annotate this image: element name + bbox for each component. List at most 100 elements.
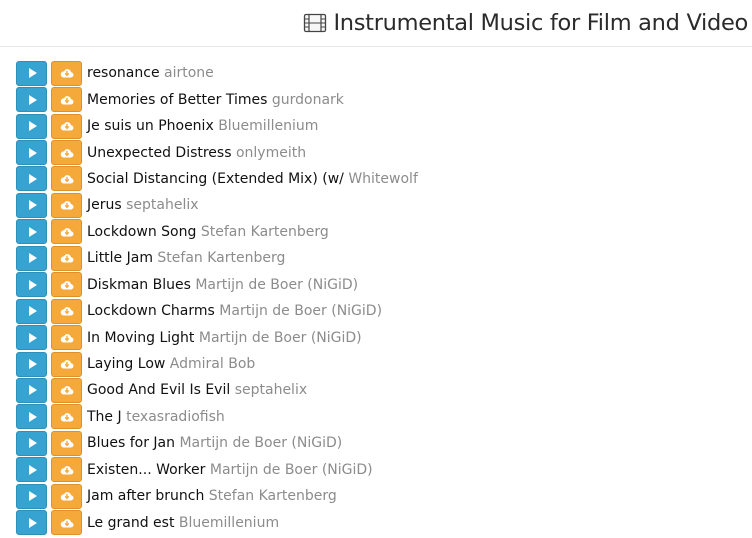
track-name[interactable]: Little Jam <box>87 250 153 266</box>
track-name[interactable]: The J <box>87 409 122 425</box>
cloud-download-icon <box>60 173 74 185</box>
track-name[interactable]: Unexpected Distress <box>87 145 232 161</box>
track-text: Lockdown Song Stefan Kartenberg <box>87 223 329 241</box>
track-name[interactable]: Lockdown Song <box>87 224 196 240</box>
play-button[interactable] <box>16 219 47 245</box>
download-button[interactable] <box>51 87 82 113</box>
download-button[interactable] <box>51 377 82 403</box>
track-artist[interactable]: Bluemillenium <box>179 515 279 531</box>
track-name[interactable]: Memories of Better Times <box>87 92 267 108</box>
track-artist[interactable]: septahelix <box>235 382 307 398</box>
cloud-download-icon <box>60 94 74 106</box>
track-name[interactable]: Le grand est <box>87 515 174 531</box>
download-button[interactable] <box>51 298 82 324</box>
track-row: Le grand est Bluemillenium <box>16 509 736 536</box>
download-button[interactable] <box>51 351 82 377</box>
track-artist[interactable]: Martijn de Boer (NiGiD) <box>219 303 382 319</box>
play-button[interactable] <box>16 245 47 271</box>
cloud-download-icon <box>60 305 74 317</box>
track-text: Social Distancing (Extended Mix) (w/ Whi… <box>87 170 418 188</box>
track-artist[interactable]: Whitewolf <box>348 171 418 187</box>
play-button[interactable] <box>16 325 47 351</box>
play-icon <box>28 411 37 422</box>
track-name[interactable]: Je suis un Phoenix <box>87 118 214 134</box>
play-button[interactable] <box>16 192 47 218</box>
track-artist[interactable]: airtone <box>164 65 214 81</box>
cloud-download-icon <box>60 464 74 476</box>
track-name[interactable]: resonance <box>87 65 160 81</box>
track-artist[interactable]: septahelix <box>126 197 198 213</box>
play-button[interactable] <box>16 377 47 403</box>
track-name[interactable]: Jam after brunch <box>87 488 204 504</box>
play-icon <box>28 438 37 449</box>
download-button[interactable] <box>51 404 82 430</box>
play-button[interactable] <box>16 457 47 483</box>
track-artist[interactable]: gurdonark <box>272 92 344 108</box>
download-button[interactable] <box>51 140 82 166</box>
track-artist[interactable]: Bluemillenium <box>218 118 318 134</box>
cloud-download-icon <box>60 67 74 79</box>
play-icon <box>28 491 37 502</box>
track-artist[interactable]: Stefan Kartenberg <box>209 488 337 504</box>
play-button[interactable] <box>16 272 47 298</box>
track-artist[interactable]: Martijn de Boer (NiGiD) <box>210 462 373 478</box>
cloud-download-icon <box>60 252 74 264</box>
track-artist[interactable]: Admiral Bob <box>170 356 255 372</box>
track-row: Laying Low Admiral Bob <box>16 351 736 377</box>
track-row: Jerus septahelix <box>16 192 736 218</box>
play-button[interactable] <box>16 113 47 139</box>
play-icon <box>28 200 37 211</box>
track-name[interactable]: Lockdown Charms <box>87 303 215 319</box>
cloud-download-icon <box>60 517 74 529</box>
play-icon <box>28 147 37 158</box>
play-button[interactable] <box>16 298 47 324</box>
play-icon <box>28 94 37 105</box>
track-name[interactable]: Laying Low <box>87 356 165 372</box>
download-button[interactable] <box>51 60 82 86</box>
play-button[interactable] <box>16 351 47 377</box>
track-name[interactable]: Good And Evil Is Evil <box>87 382 230 398</box>
play-icon <box>28 385 37 396</box>
download-button[interactable] <box>51 245 82 271</box>
download-button[interactable] <box>51 430 82 456</box>
track-row: Jam after brunch Stefan Kartenberg <box>16 483 736 509</box>
download-button[interactable] <box>51 483 82 509</box>
download-button[interactable] <box>51 113 82 139</box>
track-name[interactable]: Jerus <box>87 197 122 213</box>
cloud-download-icon <box>60 120 74 132</box>
download-button[interactable] <box>51 510 82 536</box>
track-artist[interactable]: texasradiofish <box>126 409 225 425</box>
play-button[interactable] <box>16 140 47 166</box>
track-name[interactable]: In Moving Light <box>87 330 194 346</box>
download-button[interactable] <box>51 219 82 245</box>
track-name[interactable]: Existen... Worker <box>87 462 205 478</box>
track-name[interactable]: Diskman Blues <box>87 277 191 293</box>
page-title: Instrumental Music for Film and Video <box>333 10 748 36</box>
track-artist[interactable]: Martijn de Boer (NiGiD) <box>195 277 358 293</box>
play-button[interactable] <box>16 87 47 113</box>
track-artist[interactable]: Martijn de Boer (NiGiD) <box>199 330 362 346</box>
track-artist[interactable]: Martijn de Boer (NiGiD) <box>179 435 342 451</box>
track-artist[interactable]: Stefan Kartenberg <box>157 250 285 266</box>
track-row: resonance airtone <box>16 60 736 86</box>
track-artist[interactable]: onlymeith <box>236 145 306 161</box>
download-button[interactable] <box>51 457 82 483</box>
play-icon <box>28 121 37 132</box>
download-button[interactable] <box>51 166 82 192</box>
play-button[interactable] <box>16 510 47 536</box>
download-button[interactable] <box>51 272 82 298</box>
play-button[interactable] <box>16 404 47 430</box>
track-name[interactable]: Blues for Jan <box>87 435 175 451</box>
cloud-download-icon <box>60 226 74 238</box>
download-button[interactable] <box>51 325 82 351</box>
play-button[interactable] <box>16 166 47 192</box>
track-artist[interactable]: Stefan Kartenberg <box>201 224 329 240</box>
track-text: Je suis un Phoenix Bluemillenium <box>87 117 318 135</box>
cloud-download-icon <box>60 411 74 423</box>
download-button[interactable] <box>51 192 82 218</box>
track-text: Jam after brunch Stefan Kartenberg <box>87 487 337 505</box>
play-button[interactable] <box>16 430 47 456</box>
play-button[interactable] <box>16 60 47 86</box>
track-name[interactable]: Social Distancing (Extended Mix) (w/ <box>87 171 344 187</box>
play-button[interactable] <box>16 483 47 509</box>
